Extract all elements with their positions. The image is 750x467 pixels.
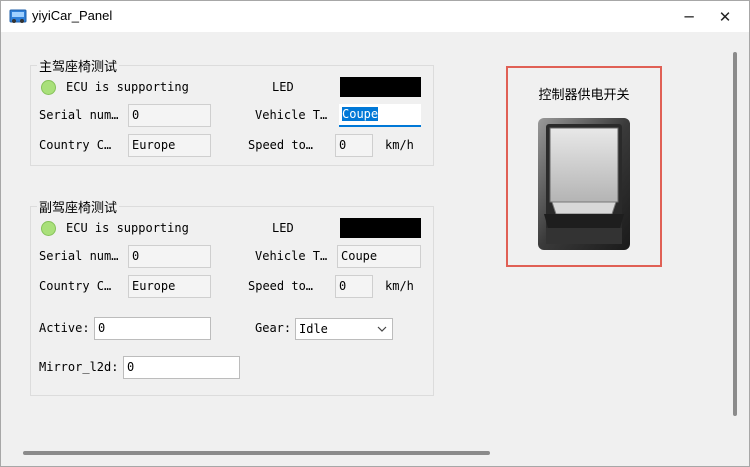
- horizontal-scrollbar-thumb[interactable]: [23, 451, 490, 455]
- passenger-serial-field[interactable]: 0: [128, 245, 211, 268]
- passenger-led-label: LED: [272, 221, 294, 235]
- passenger-seat-group-title: 副驾座椅测试: [37, 197, 120, 216]
- app-window: yiyiCar_Panel ─ ✕ 主驾座椅测试 ECU is supporti…: [0, 0, 750, 467]
- driver-country-label: Country C…: [39, 138, 112, 152]
- passenger-vehicle-type-label: Vehicle T…: [255, 249, 328, 263]
- passenger-ecu-status-label: ECU is supporting: [66, 221, 189, 235]
- power-switch-title: 控制器供电开关: [538, 88, 630, 103]
- minimize-icon: ─: [684, 7, 694, 26]
- passenger-country-label: Country C…: [39, 279, 112, 293]
- driver-country-field[interactable]: Europe: [128, 134, 211, 157]
- passenger-active-field[interactable]: 0: [94, 317, 211, 340]
- title-bar[interactable]: yiyiCar_Panel ─ ✕: [1, 1, 749, 32]
- driver-speed-field[interactable]: 0: [335, 134, 373, 157]
- passenger-speed-label: Speed to…: [248, 279, 314, 293]
- driver-led-label: LED: [272, 80, 294, 94]
- driver-vehicle-type-field[interactable]: Coupe: [339, 104, 421, 127]
- passenger-vehicle-type-field[interactable]: Coupe: [337, 245, 421, 268]
- passenger-mirror-field[interactable]: 0: [123, 356, 240, 379]
- close-icon: ✕: [718, 7, 732, 26]
- driver-vehicle-type-selection: Coupe: [342, 107, 379, 121]
- driver-vehicle-type-label: Vehicle T…: [255, 108, 328, 122]
- driver-speed-label: Speed to…: [248, 138, 314, 152]
- passenger-led-indicator: [340, 218, 421, 238]
- driver-ecu-status-indicator: [41, 80, 56, 95]
- app-icon: [9, 9, 27, 23]
- passenger-speed-field[interactable]: 0: [335, 275, 373, 298]
- passenger-serial-label: Serial num…: [39, 249, 119, 263]
- passenger-gear-label: Gear:: [255, 321, 292, 335]
- minimize-button[interactable]: ─: [669, 1, 709, 32]
- passenger-gear-value: Idle: [299, 322, 328, 336]
- passenger-speed-unit: km/h: [385, 279, 414, 293]
- driver-serial-label: Serial num…: [39, 108, 119, 122]
- power-switch-panel: 控制器供电开关: [506, 66, 662, 267]
- vertical-scrollbar[interactable]: [725, 32, 749, 443]
- horizontal-scrollbar[interactable]: [1, 443, 749, 465]
- window-title: yiyiCar_Panel: [32, 8, 113, 23]
- passenger-mirror-label: Mirror_l2d:: [39, 360, 119, 374]
- chevron-down-icon: [377, 326, 387, 332]
- driver-seat-group-title: 主驾座椅测试: [37, 56, 120, 75]
- passenger-gear-select[interactable]: Idle: [295, 318, 393, 340]
- passenger-active-label: Active:: [39, 321, 90, 335]
- driver-ecu-status-label: ECU is supporting: [66, 80, 189, 94]
- vertical-scrollbar-thumb[interactable]: [733, 52, 737, 416]
- driver-speed-unit: km/h: [385, 138, 414, 152]
- passenger-country-field[interactable]: Europe: [128, 275, 211, 298]
- driver-serial-field[interactable]: 0: [128, 104, 211, 127]
- passenger-ecu-status-indicator: [41, 221, 56, 236]
- close-button[interactable]: ✕: [705, 1, 745, 32]
- rocker-switch-icon[interactable]: [534, 116, 634, 252]
- driver-led-indicator: [340, 77, 421, 97]
